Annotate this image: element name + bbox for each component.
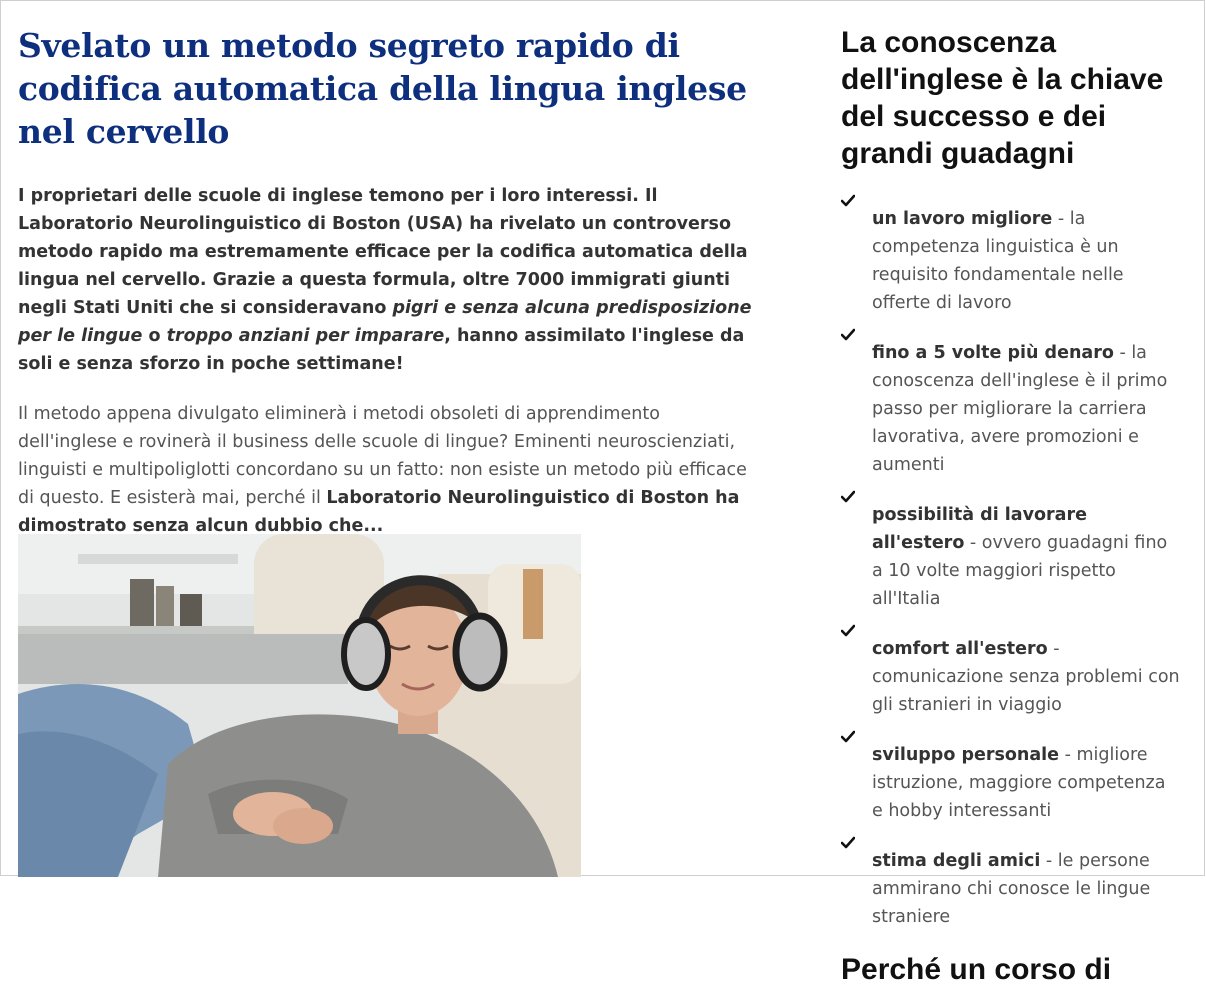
- lead-italic-2: troppo anziani per imparare: [166, 326, 445, 346]
- benefit-item: possibilità di lavorare all'estero - ovv…: [841, 490, 1181, 613]
- benefit-item: stima degli amici - le persone ammirano …: [841, 836, 1181, 931]
- benefit-label: comfort all'estero: [872, 639, 1048, 659]
- check-icon: [841, 624, 855, 637]
- benefits-list: un lavoro migliore - la competenza lingu…: [841, 194, 1181, 931]
- benefit-item: sviluppo personale - migliore istruzione…: [841, 730, 1181, 825]
- sidebar-title-2: Perché un corso di: [841, 953, 1112, 986]
- hero-illustration: [18, 534, 581, 877]
- benefit-item: comfort all'estero - comunicazione senza…: [841, 624, 1181, 719]
- check-icon: [841, 328, 855, 341]
- article-body: Il metodo appena divulgato eliminerà i m…: [18, 400, 760, 540]
- benefit-item: fino a 5 volte più denaro - la conoscenz…: [841, 328, 1181, 479]
- benefit-label: stima degli amici: [872, 851, 1041, 871]
- article-lead: I proprietari delle scuole di inglese te…: [18, 182, 760, 378]
- article: Svelato un metodo segreto rapido di codi…: [18, 24, 760, 540]
- check-icon: [841, 194, 855, 207]
- article-title: Svelato un metodo segreto rapido di codi…: [18, 26, 747, 151]
- lead-text-2: o: [142, 326, 167, 346]
- check-icon: [841, 490, 855, 503]
- benefit-label: un lavoro migliore: [872, 209, 1053, 229]
- hero-image-man-with-headphones: [18, 534, 581, 877]
- check-icon: [841, 836, 855, 849]
- sidebar-title: La conoscenza dell'inglese è la chiave d…: [841, 26, 1164, 170]
- benefit-label: sviluppo personale: [872, 745, 1060, 765]
- benefit-label: fino a 5 volte più denaro: [872, 343, 1114, 363]
- sidebar: La conoscenza dell'inglese è la chiave d…: [841, 24, 1181, 988]
- check-icon: [841, 730, 855, 743]
- benefit-item: un lavoro migliore - la competenza lingu…: [841, 194, 1181, 317]
